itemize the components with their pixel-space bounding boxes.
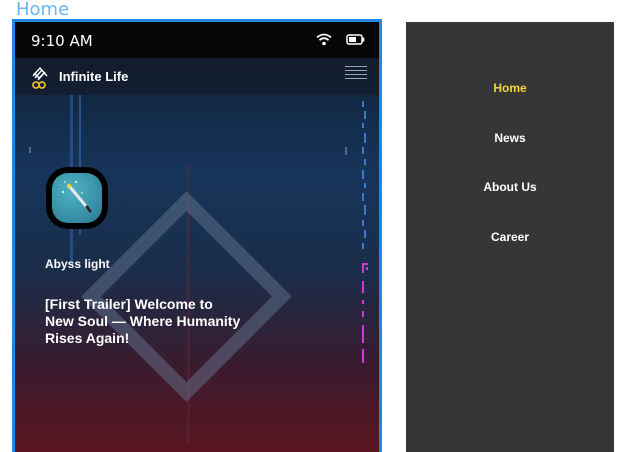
channel-name[interactable]: Abyss light xyxy=(45,257,110,271)
equalizer-ticks xyxy=(362,101,366,249)
channel-avatar[interactable] xyxy=(46,167,108,229)
light-streak xyxy=(29,147,31,153)
video-title[interactable]: [First Trailer] Welcome to New Soul — Wh… xyxy=(45,296,245,347)
background-decoration xyxy=(29,95,368,445)
status-icons xyxy=(316,33,365,46)
light-streak xyxy=(345,147,347,155)
equalizer-ticks-accent xyxy=(362,263,368,363)
logo-icon[interactable] xyxy=(29,64,51,90)
menu-item-home[interactable]: Home xyxy=(406,81,614,95)
phone-screen: 9:10 AM Infinite Life Abyss light [First… xyxy=(12,19,382,452)
menu-item-career[interactable]: Career xyxy=(406,230,614,244)
app-header: Infinite Life xyxy=(15,58,379,95)
menu-item-news[interactable]: News xyxy=(406,131,614,145)
brand-name[interactable]: Infinite Life xyxy=(59,69,128,84)
frame-label: Home xyxy=(16,0,70,20)
hamburger-menu-icon[interactable] xyxy=(345,66,367,84)
avatar-image xyxy=(52,173,102,223)
wifi-icon xyxy=(316,33,332,46)
status-time: 9:10 AM xyxy=(31,32,93,50)
status-bar: 9:10 AM xyxy=(15,22,379,58)
battery-icon xyxy=(346,34,365,45)
navigation-menu: Home News About Us Career xyxy=(406,22,614,452)
menu-item-about-us[interactable]: About Us xyxy=(406,180,614,194)
magic-wand-icon xyxy=(62,181,92,213)
